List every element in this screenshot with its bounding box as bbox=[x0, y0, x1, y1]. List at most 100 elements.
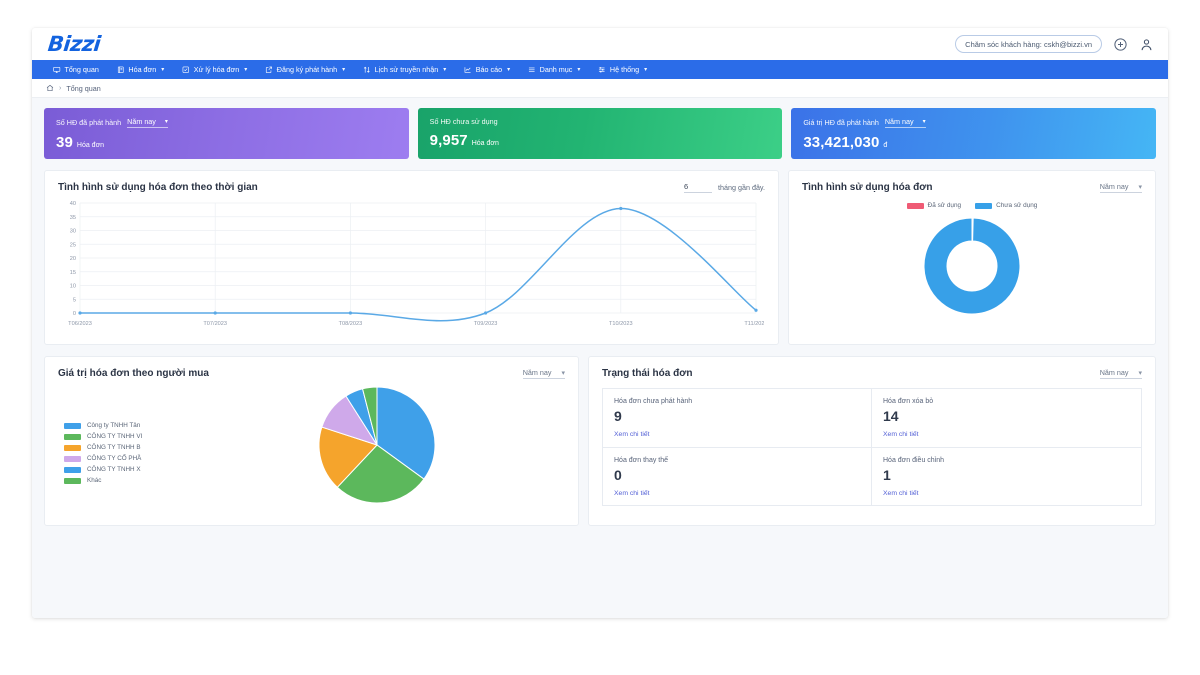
status-detail-link[interactable]: Xem chi tiết bbox=[614, 490, 650, 497]
pie-chart-svg bbox=[318, 386, 435, 504]
nav-label: Hệ thống bbox=[609, 65, 640, 74]
donut-legend: Đã sử dụng Chưa sử dụng bbox=[802, 202, 1142, 209]
status-detail-link[interactable]: Xem chi tiết bbox=[883, 431, 919, 438]
breadcrumb-current: Tổng quan bbox=[66, 83, 101, 93]
chevron-down-icon: ▾ bbox=[561, 369, 565, 377]
donut-chart-header: Tình hình sử dụng hóa đơn Năm nay ▾ bbox=[802, 182, 1142, 193]
nav-label: Hóa đơn bbox=[128, 65, 157, 74]
status-label: Hóa đơn chưa phát hành bbox=[614, 398, 693, 405]
status-detail-link[interactable]: Xem chi tiết bbox=[614, 431, 650, 438]
legend-label: CÔNG TY CỔ PHẦ bbox=[87, 455, 142, 462]
pie-legend-item[interactable]: Công ty TNHH Tân bbox=[64, 422, 188, 429]
legend-label: Khác bbox=[87, 477, 102, 484]
pie-legend-item[interactable]: CÔNG TY TNHH B bbox=[64, 444, 188, 451]
person-icon[interactable] bbox=[1139, 37, 1154, 52]
legend-label: Công ty TNHH Tân bbox=[87, 422, 141, 429]
nav-item-tong-quan[interactable]: Tổng quan bbox=[44, 60, 108, 79]
chevron-down-icon: ▾ bbox=[922, 119, 926, 125]
svg-text:15: 15 bbox=[70, 270, 76, 276]
legend-swatch bbox=[64, 433, 81, 440]
donut-chart-svg bbox=[923, 217, 1021, 315]
legend-label: CÔNG TY TNHH X bbox=[87, 466, 141, 473]
pie-period-select[interactable]: Năm nay ▾ bbox=[522, 368, 565, 379]
svg-text:T08/2023: T08/2023 bbox=[339, 321, 363, 327]
kpi-card-issued-count: Số HĐ đã phát hành Năm nay ▾ 39 Hóa đơn bbox=[44, 108, 409, 159]
kpi-header: Giá trị HĐ đã phát hành Năm nay ▾ bbox=[803, 117, 1144, 128]
topbar-right: Chăm sóc khách hàng: cskh@bizzi.vn bbox=[955, 35, 1154, 53]
svg-text:35: 35 bbox=[70, 215, 76, 221]
status-cell-adjusted: Hóa đơn điều chỉnh 1 Xem chi tiết bbox=[872, 448, 1141, 506]
status-value: 9 bbox=[614, 408, 622, 424]
kpi-header: Số HĐ chưa sử dụng bbox=[430, 117, 771, 126]
line-chart-header: Tình hình sử dụng hóa đơn theo thời gian… bbox=[58, 182, 765, 193]
pie-chart-wrap bbox=[188, 383, 565, 507]
kpi-period-value: Năm nay bbox=[884, 117, 914, 126]
svg-text:10: 10 bbox=[70, 284, 76, 290]
brand-logo[interactable]: Bizzi bbox=[47, 32, 102, 56]
invoice-status-card: Trạng thái hóa đơn Năm nay ▾ Hóa đơn chư… bbox=[588, 356, 1156, 526]
nav-label: Đăng ký phát hành bbox=[276, 65, 338, 74]
status-detail-link[interactable]: Xem chi tiết bbox=[883, 490, 919, 497]
pie-legend: Công ty TNHH Tân CÔNG TY TNHH VI CÔNG TY T… bbox=[58, 402, 188, 488]
nav-item-bao-cao[interactable]: Báo cáo ▾ bbox=[455, 60, 519, 79]
svg-text:20: 20 bbox=[70, 256, 76, 262]
pie-legend-item[interactable]: Khác bbox=[64, 477, 188, 484]
chevron-down-icon: ▾ bbox=[342, 66, 346, 73]
donut-period-value: Năm nay bbox=[1099, 182, 1129, 191]
donut-chart-card: Tình hình sử dụng hóa đơn Năm nay ▾ Đã s… bbox=[788, 170, 1156, 345]
status-label: Hóa đơn thay thế bbox=[614, 456, 669, 464]
invoice-status-header: Trạng thái hóa đơn Năm nay ▾ bbox=[602, 368, 1142, 379]
chevron-down-icon: ▾ bbox=[577, 66, 581, 73]
chevron-down-icon: ▾ bbox=[1138, 183, 1142, 191]
invoice-status-title: Trạng thái hóa đơn bbox=[602, 368, 693, 379]
nav-label: Lịch sử truyền nhận bbox=[374, 65, 439, 74]
legend-swatch bbox=[64, 455, 81, 462]
support-contact-label: Chăm sóc khách hàng: cskh@bizzi.vn bbox=[965, 39, 1092, 49]
check-square-icon bbox=[182, 66, 190, 74]
pie-legend-item[interactable]: CÔNG TY CỔ PHẦ bbox=[64, 455, 188, 462]
status-label: Hóa đơn điều chỉnh bbox=[883, 456, 945, 464]
kpi-card-issued-value: Giá trị HĐ đã phát hành Năm nay ▾ 33,421… bbox=[791, 108, 1157, 159]
pie-legend-item[interactable]: CÔNG TY TNHH VI bbox=[64, 433, 188, 440]
donut-chart-wrap bbox=[802, 211, 1142, 321]
pie-legend-item[interactable]: CÔNG TY TNHH X bbox=[64, 466, 188, 473]
nav-item-xu-ly-hoa-don[interactable]: Xử lý hóa đơn ▾ bbox=[173, 60, 256, 79]
nav-item-hoa-don[interactable]: Hóa đơn ▾ bbox=[108, 60, 173, 79]
status-cell-unissued: Hóa đơn chưa phát hành 9 Xem chi tiết bbox=[603, 389, 872, 448]
brand-logo-text: Bizzi bbox=[46, 32, 102, 56]
chevron-down-icon: ▾ bbox=[164, 119, 168, 125]
plus-circle-icon[interactable] bbox=[1113, 37, 1128, 52]
nav-item-dang-ky-phat-hanh[interactable]: Đăng ký phát hành ▾ bbox=[256, 60, 354, 79]
legend-label: CÔNG TY TNHH VI bbox=[87, 433, 143, 440]
chart-line-icon bbox=[464, 66, 472, 74]
status-value: 14 bbox=[883, 408, 899, 424]
status-period-select[interactable]: Năm nay ▾ bbox=[1099, 368, 1142, 379]
chevron-down-icon: ▾ bbox=[161, 66, 165, 73]
pie-period-value: Năm nay bbox=[522, 368, 552, 377]
kpi-value-row: 39 Hóa đơn bbox=[56, 134, 397, 151]
support-contact[interactable]: Chăm sóc khách hàng: cskh@bizzi.vn bbox=[955, 35, 1102, 53]
legend-item-used[interactable]: Đã sử dụng bbox=[906, 202, 961, 209]
nav-item-lich-su-truyen-nhan[interactable]: Lịch sử truyền nhận ▾ bbox=[354, 60, 455, 79]
kpi-period-select[interactable]: Năm nay ▾ bbox=[884, 117, 926, 128]
home-icon[interactable] bbox=[46, 84, 54, 92]
months-input[interactable] bbox=[683, 182, 712, 193]
nav-item-danh-muc[interactable]: Danh mục ▾ bbox=[519, 60, 589, 79]
status-value: 0 bbox=[614, 466, 622, 483]
kpi-label: Số HĐ chưa sử dụng bbox=[429, 117, 498, 126]
topbar: Bizzi Chăm sóc khách hàng: cskh@bizzi.vn bbox=[32, 28, 1168, 60]
dashboard-content: Số HĐ đã phát hành Năm nay ▾ 39 Hóa đơn … bbox=[32, 98, 1168, 618]
legend-swatch bbox=[64, 444, 81, 451]
kpi-label: Số HĐ đã phát hành bbox=[56, 118, 122, 127]
svg-text:T11/2023: T11/2023 bbox=[744, 321, 764, 327]
legend-swatch bbox=[975, 202, 993, 209]
legend-swatch bbox=[64, 422, 81, 429]
donut-period-select[interactable]: Năm nay ▾ bbox=[1099, 182, 1142, 193]
legend-item-unused[interactable]: Chưa sử dụng bbox=[975, 202, 1037, 209]
kpi-period-select[interactable]: Năm nay ▾ bbox=[127, 117, 168, 128]
pie-chart-card: Giá trị hóa đơn theo người mua Năm nay ▾… bbox=[44, 356, 579, 526]
legend-swatch bbox=[64, 477, 81, 484]
nav-item-he-thong[interactable]: Hệ thống ▾ bbox=[589, 60, 656, 79]
invoice-status-grid: Hóa đơn chưa phát hành 9 Xem chi tiết Hó… bbox=[602, 388, 1142, 506]
external-link-icon bbox=[265, 66, 273, 74]
